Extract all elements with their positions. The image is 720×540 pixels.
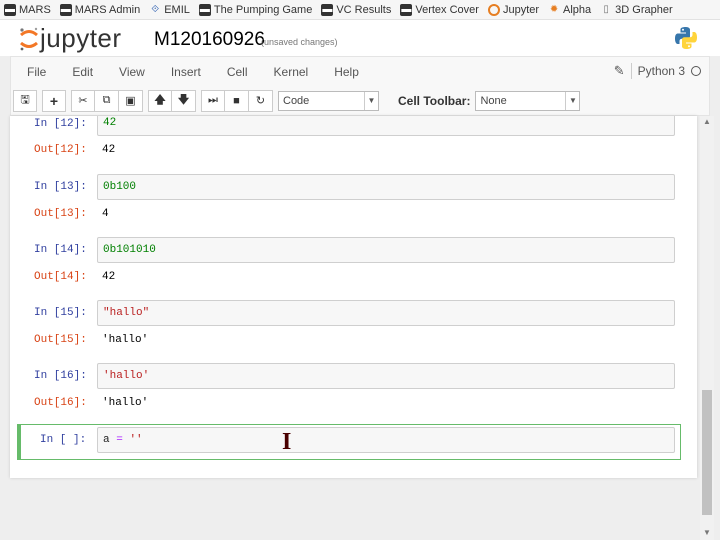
- run-cell-button[interactable]: ⏭: [201, 89, 225, 112]
- bookmark-vertex-cover[interactable]: ▬ Vertex Cover: [400, 3, 479, 16]
- menu-help[interactable]: Help: [322, 65, 371, 79]
- out-prompt: Out[12]:: [34, 144, 87, 156]
- notebook-toolbar: 🖫 + ✂ ⧉ ▣ 🡅 🡇 ⏭ ■ ↻ Code ▼ Cell Toolbar:…: [10, 86, 710, 116]
- cell-type-select[interactable]: Code ▼: [278, 90, 379, 111]
- in-prompt: In [13]:: [34, 181, 87, 193]
- emil-icon: ⟐: [151, 3, 160, 15]
- menu-kernel[interactable]: Kernel: [262, 65, 321, 79]
- plus-icon: +: [49, 92, 59, 109]
- notebook-name[interactable]: M120160926: [154, 29, 265, 51]
- out-prompt: Out[13]:: [34, 208, 87, 220]
- out-prompt: Out[14]:: [34, 271, 87, 283]
- bookmark-emil[interactable]: ⟐ EMIL: [149, 4, 190, 16]
- move-cell-down-button[interactable]: 🡇: [172, 89, 196, 112]
- active-cell-input[interactable]: a = '': [97, 427, 675, 453]
- interrupt-kernel-button[interactable]: ■: [225, 89, 249, 112]
- folder-icon: ▬: [400, 3, 413, 16]
- paste-cells-button[interactable]: ▣: [119, 89, 143, 112]
- save-status: (unsaved changes): [261, 37, 338, 47]
- out-prompt: Out[16]:: [34, 397, 87, 409]
- cell-output: 'hallo': [102, 334, 149, 346]
- insert-cell-below-button[interactable]: +: [42, 89, 66, 112]
- stop-icon: ■: [233, 94, 240, 107]
- step-forward-icon: ⏭: [208, 94, 218, 106]
- cell-output: 42: [102, 271, 116, 283]
- cell-toolbar-label: Cell Toolbar:: [398, 93, 471, 108]
- folder-icon: ▬: [4, 3, 16, 16]
- code-operator: =: [116, 434, 123, 446]
- paste-icon: ▣: [125, 95, 136, 107]
- folder-icon: ▬: [59, 3, 72, 16]
- save-icon: 🖫: [20, 94, 30, 106]
- in-prompt: In [16]:: [34, 370, 87, 382]
- kernel-separator: [630, 63, 632, 79]
- move-cell-up-button[interactable]: 🡅: [148, 89, 172, 112]
- scissors-icon: ✂: [78, 95, 88, 107]
- alpha-icon: ✹: [549, 3, 559, 15]
- scroll-up-arrow-icon[interactable]: ▲: [703, 117, 711, 126]
- folder-icon: ▬: [321, 3, 334, 16]
- notebook-container: In [12]: 42 Out[12]: 42 In [13]: 0b100 O…: [10, 116, 697, 478]
- kernel-name[interactable]: Python 3: [638, 64, 685, 78]
- cell-input[interactable]: 0b101010: [97, 237, 675, 263]
- kernel-indicator: ✎ Python 3: [614, 63, 701, 79]
- menubar: File Edit View Insert Cell Kernel Help ✎…: [10, 56, 710, 86]
- cell-input[interactable]: 0b100: [97, 174, 675, 200]
- menu-cell[interactable]: Cell: [215, 65, 260, 79]
- menu-edit[interactable]: Edit: [60, 65, 105, 79]
- save-button[interactable]: 🖫: [13, 89, 37, 112]
- page-icon: ▯: [603, 3, 609, 15]
- cell-output: 42: [102, 144, 116, 156]
- cell-input[interactable]: 42: [97, 116, 675, 136]
- out-prompt: Out[15]:: [34, 334, 87, 346]
- code-variable: a: [103, 434, 110, 446]
- in-prompt: In [ ]:: [40, 434, 87, 446]
- folder-icon: ▬: [198, 3, 211, 16]
- menu-insert[interactable]: Insert: [159, 65, 213, 79]
- menu-view[interactable]: View: [107, 65, 157, 79]
- cut-cells-button[interactable]: ✂: [71, 89, 95, 112]
- cell-input[interactable]: "hallo": [97, 300, 675, 326]
- bookmarks-bar: ▬ MARS ▬ MARS Admin ⟐ EMIL ▬ The Pumping Gam…: [0, 0, 720, 20]
- edit-mode-pencil-icon: ✎: [613, 63, 625, 78]
- refresh-icon: ↻: [255, 95, 266, 107]
- jupyter-icon: [487, 3, 500, 16]
- cell-output: 'hallo': [102, 397, 149, 409]
- notebook-header: jupyter M120160926 (unsaved changes): [0, 20, 720, 56]
- bookmark-3d-grapher[interactable]: ▯ 3D Grapher: [600, 4, 672, 16]
- arrow-down-icon: 🡇: [177, 94, 190, 106]
- scroll-down-arrow-icon[interactable]: ▼: [703, 528, 711, 537]
- restart-kernel-button[interactable]: ↻: [249, 89, 273, 112]
- bookmark-alpha[interactable]: ✹ Alpha: [548, 4, 591, 16]
- bookmark-jupyter[interactable]: Jupyter: [487, 3, 539, 16]
- arrow-up-icon: 🡅: [154, 94, 166, 106]
- bookmark-pumping-game[interactable]: ▬ The Pumping Game: [198, 3, 312, 16]
- jupyter-logo-icon: [20, 27, 38, 50]
- copy-icon: ⧉: [102, 94, 111, 106]
- bookmark-mars-admin[interactable]: ▬ MARS Admin: [59, 3, 140, 16]
- in-prompt: In [12]:: [34, 118, 87, 130]
- chevron-down-icon: ▼: [565, 91, 579, 110]
- cell-input[interactable]: 'hallo': [97, 363, 675, 389]
- cell-toolbar-select[interactable]: None ▼: [475, 90, 581, 111]
- python-logo-icon: [675, 27, 697, 49]
- chevron-down-icon: ▼: [364, 91, 378, 110]
- text-cursor-icon: I: [282, 429, 292, 455]
- jupyter-logo[interactable]: jupyter: [18, 23, 122, 54]
- scrollbar-thumb[interactable]: [702, 390, 712, 515]
- bookmark-vc-results[interactable]: ▬ VC Results: [321, 3, 391, 16]
- in-prompt: In [14]:: [34, 244, 87, 256]
- bookmark-mars[interactable]: ▬ MARS: [4, 3, 51, 16]
- menu-file[interactable]: File: [15, 65, 58, 79]
- kernel-idle-icon: [691, 66, 701, 76]
- code-string: '': [129, 434, 143, 446]
- cell-output: 4: [102, 208, 109, 220]
- copy-cells-button[interactable]: ⧉: [95, 89, 119, 112]
- in-prompt: In [15]:: [34, 307, 87, 319]
